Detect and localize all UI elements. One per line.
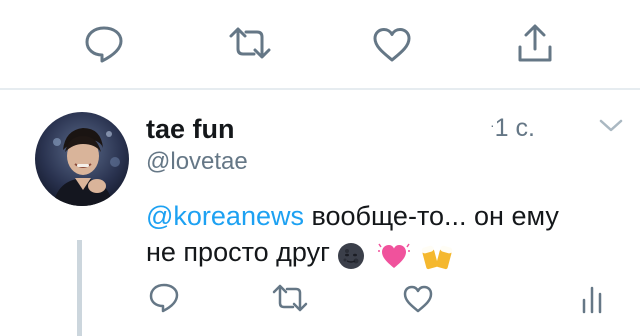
retweet-icon[interactable]	[272, 284, 308, 312]
timestamp: ·1 с.	[490, 114, 535, 143]
tweet-text-line-2: не просто друг	[146, 234, 586, 272]
main-tweet-action-bar	[0, 0, 640, 88]
like-icon[interactable]	[372, 27, 412, 63]
mention-link[interactable]: @koreanews	[146, 201, 304, 231]
chevron-down-icon[interactable]	[598, 118, 624, 134]
emoji-row	[336, 236, 457, 272]
tweet-text: @koreanews вообще-то... он ему не просто…	[146, 198, 586, 272]
retweet-icon[interactable]	[228, 26, 272, 60]
analytics-icon[interactable]	[580, 282, 604, 314]
beating-heart-emoji	[377, 243, 410, 268]
reply-icon[interactable]	[148, 282, 180, 314]
share-icon[interactable]	[517, 23, 553, 63]
tweet-text-line-1: @koreanews вообще-то... он ему	[146, 198, 586, 234]
avatar[interactable]	[35, 112, 129, 206]
avatar-image	[35, 112, 129, 206]
like-icon[interactable]	[402, 284, 434, 314]
user-handle[interactable]: @lovetae	[146, 148, 248, 176]
timestamp-text: 1 с.	[494, 114, 535, 142]
display-name[interactable]: tae fun	[146, 114, 235, 145]
reply-icon[interactable]	[84, 25, 124, 63]
tweet-thread-view: tae fun @lovetae ·1 с. @koreanews вообще…	[0, 0, 640, 336]
tweet-text-line-2-text: не просто друг	[146, 237, 330, 267]
thread-connector-line	[77, 240, 82, 336]
new-moon-face-emoji	[337, 242, 364, 269]
tweet-text-rest: вообще-то... он ему	[303, 201, 559, 231]
clinking-beer-mugs-emoji	[421, 245, 453, 269]
